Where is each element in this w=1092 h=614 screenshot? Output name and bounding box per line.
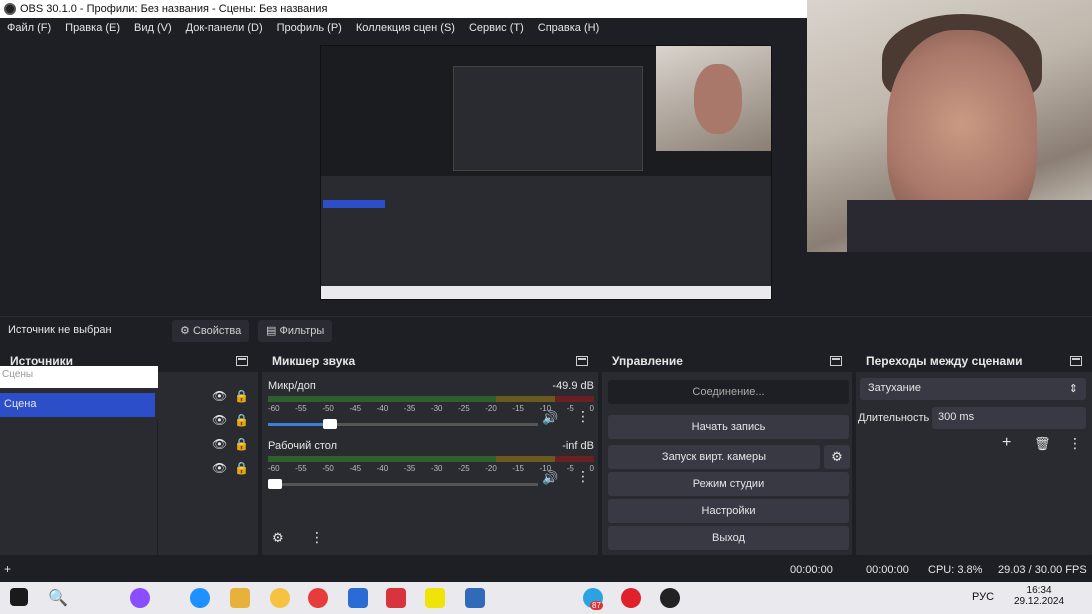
properties-button[interactable]: ⚙ Свойства — [172, 320, 250, 342]
windows-start-icon[interactable] — [10, 588, 28, 606]
language-indicator[interactable]: РУС — [972, 591, 994, 603]
title-bar: OBS 30.1.0 - Профили: Без названия - Сце… — [0, 0, 807, 18]
folder-icon[interactable] — [230, 588, 250, 608]
mixer-channel-mic: Микр/доп -49.9 dB -60 -55 -50 -45 -40 -35 -30 -2… — [268, 380, 594, 431]
edge-icon[interactable] — [190, 588, 210, 608]
channel-name: Рабочий стол — [268, 440, 338, 452]
obs-icon[interactable] — [660, 588, 680, 608]
menu-bar: Файл (F) Правка (E) Вид (V) Док-панели (… — [0, 18, 807, 38]
yandex-browser-icon[interactable] — [308, 588, 328, 608]
app-icon-2[interactable] — [425, 588, 445, 608]
scenes-search-input[interactable]: Сцены — [0, 366, 158, 388]
search-icon[interactable]: 🔍 — [48, 588, 68, 608]
exit-button[interactable]: Выход — [608, 526, 849, 550]
window-title: OBS 30.1.0 - Профили: Без названия - Сце… — [20, 3, 328, 15]
menu-view[interactable]: Вид (V) — [127, 22, 179, 34]
duration-input[interactable]: 300 ms — [932, 407, 1086, 429]
channel-level: -inf dB — [562, 440, 594, 452]
app-icon-3[interactable] — [465, 588, 485, 608]
undock-icon[interactable] — [576, 356, 588, 366]
app-icon[interactable] — [130, 588, 150, 608]
fps-display: 29.03 / 30.00 FPS — [998, 564, 1087, 576]
filter-icon: ▤ — [266, 325, 277, 337]
settings-button[interactable]: Настройки — [608, 499, 849, 523]
menu-help[interactable]: Справка (H) — [531, 22, 606, 34]
mixer-more-icon[interactable]: ⋮ — [310, 529, 324, 546]
yandex-icon[interactable] — [270, 588, 290, 608]
opera-icon[interactable] — [621, 588, 641, 608]
mixer-title: Микшер звука — [272, 354, 356, 368]
nested-preview-window — [453, 66, 643, 171]
studio-mode-button[interactable]: Режим студии — [608, 472, 849, 496]
duration-label: Длительность — [858, 412, 930, 424]
transitions-title: Переходы между сценами — [866, 354, 1023, 368]
speaker-icon[interactable]: 🔊 — [542, 470, 558, 486]
undock-icon[interactable] — [1070, 356, 1082, 366]
add-scene-icon[interactable]: + — [4, 562, 11, 576]
mixer-settings-icon[interactable]: ⚙ — [272, 530, 284, 546]
mixer-channel-desktop: Рабочий стол -inf dB -60 -55 -50 -45 -40 -35 -3… — [268, 440, 594, 491]
menu-edit[interactable]: Правка (E) — [58, 22, 127, 34]
more-icon[interactable]: ⋮ — [576, 408, 590, 425]
preview-canvas[interactable] — [320, 45, 772, 300]
sources-panel: Источники Сцены Сцена 👁 👁 👁 👁 🔒 🔒 🔒 🔒 — [0, 350, 258, 555]
virtual-cam-settings-icon[interactable]: ⚙ — [824, 445, 850, 469]
webcam-overlay — [807, 0, 1092, 252]
clock[interactable]: 16:34 29.12.2024 — [1014, 585, 1064, 607]
channel-level: -49.9 dB — [552, 380, 594, 392]
gift-icon[interactable] — [386, 588, 406, 608]
volume-slider[interactable] — [268, 477, 538, 491]
virtual-cam-button[interactable]: Запуск вирт. камеры — [608, 445, 820, 469]
filters-button[interactable]: ▤ Фильтры — [258, 320, 333, 342]
level-meter — [268, 396, 594, 402]
controls-title: Управление — [612, 354, 683, 368]
source-toolbar: Источник не выбран ⚙ Свойства ▤ Фильтры — [0, 316, 1092, 344]
undock-icon[interactable] — [830, 356, 842, 366]
channel-name: Микр/доп — [268, 380, 316, 392]
menu-scene-collection[interactable]: Коллекция сцен (S) — [349, 22, 462, 34]
no-source-label: Источник не выбран — [8, 324, 112, 336]
add-icon[interactable]: + — [1002, 434, 1011, 452]
transitions-panel: Переходы между сценами Затухание ⇕ Длител… — [856, 350, 1092, 555]
more-icon[interactable]: ⋮ — [576, 468, 590, 485]
gear-icon: ⚙ — [180, 325, 190, 337]
windows-taskbar: 🔍 87 РУС 16:34 29.12.2024 — [0, 582, 1092, 614]
cpu-usage: CPU: 3.8% — [928, 564, 983, 576]
start-record-button[interactable]: Начать запись — [608, 415, 849, 439]
menu-tools[interactable]: Сервис (T) — [462, 22, 531, 34]
menu-docks[interactable]: Док-панели (D) — [179, 22, 270, 34]
more-icon[interactable]: ⋮ — [1068, 435, 1082, 452]
menu-file[interactable]: Файл (F) — [0, 22, 58, 34]
rec-time-1: 00:00:00 — [790, 564, 833, 576]
rec-time-2: 00:00:00 — [866, 564, 909, 576]
connect-button[interactable]: Соединение... — [608, 380, 849, 404]
source-lock-icons[interactable]: 🔒 🔒 🔒 🔒 — [234, 384, 249, 480]
nested-taskbar — [321, 286, 771, 299]
speaker-icon[interactable]: 🔊 — [542, 410, 558, 426]
controls-panel: Управление Соединение... Начать запись З… — [602, 350, 852, 555]
chevron-updown-icon: ⇕ — [1068, 383, 1078, 395]
telegram-badge: 87 — [590, 601, 603, 610]
mail-icon[interactable] — [348, 588, 368, 608]
transition-select[interactable]: Затухание ⇕ — [860, 378, 1086, 400]
level-meter — [268, 456, 594, 462]
menu-profile[interactable]: Профиль (P) — [270, 22, 349, 34]
scenes-list — [0, 420, 158, 555]
obs-logo-icon — [4, 3, 16, 15]
nested-cam — [656, 46, 771, 151]
status-bar: + 00:00:00 00:00:00 CPU: 3.8% 29.03 / 30… — [0, 558, 1092, 582]
mixer-panel: Микшер звука Микр/доп -49.9 dB -60 -55 -50-… — [262, 350, 598, 555]
volume-slider[interactable] — [268, 417, 538, 431]
undock-icon[interactable] — [236, 356, 248, 366]
source-visibility-icons[interactable]: 👁 👁 👁 👁 — [212, 384, 227, 480]
scene-item-selected[interactable]: Сцена — [0, 393, 155, 417]
trash-icon[interactable]: 🗑 — [1034, 436, 1051, 452]
nested-docks — [321, 186, 771, 286]
